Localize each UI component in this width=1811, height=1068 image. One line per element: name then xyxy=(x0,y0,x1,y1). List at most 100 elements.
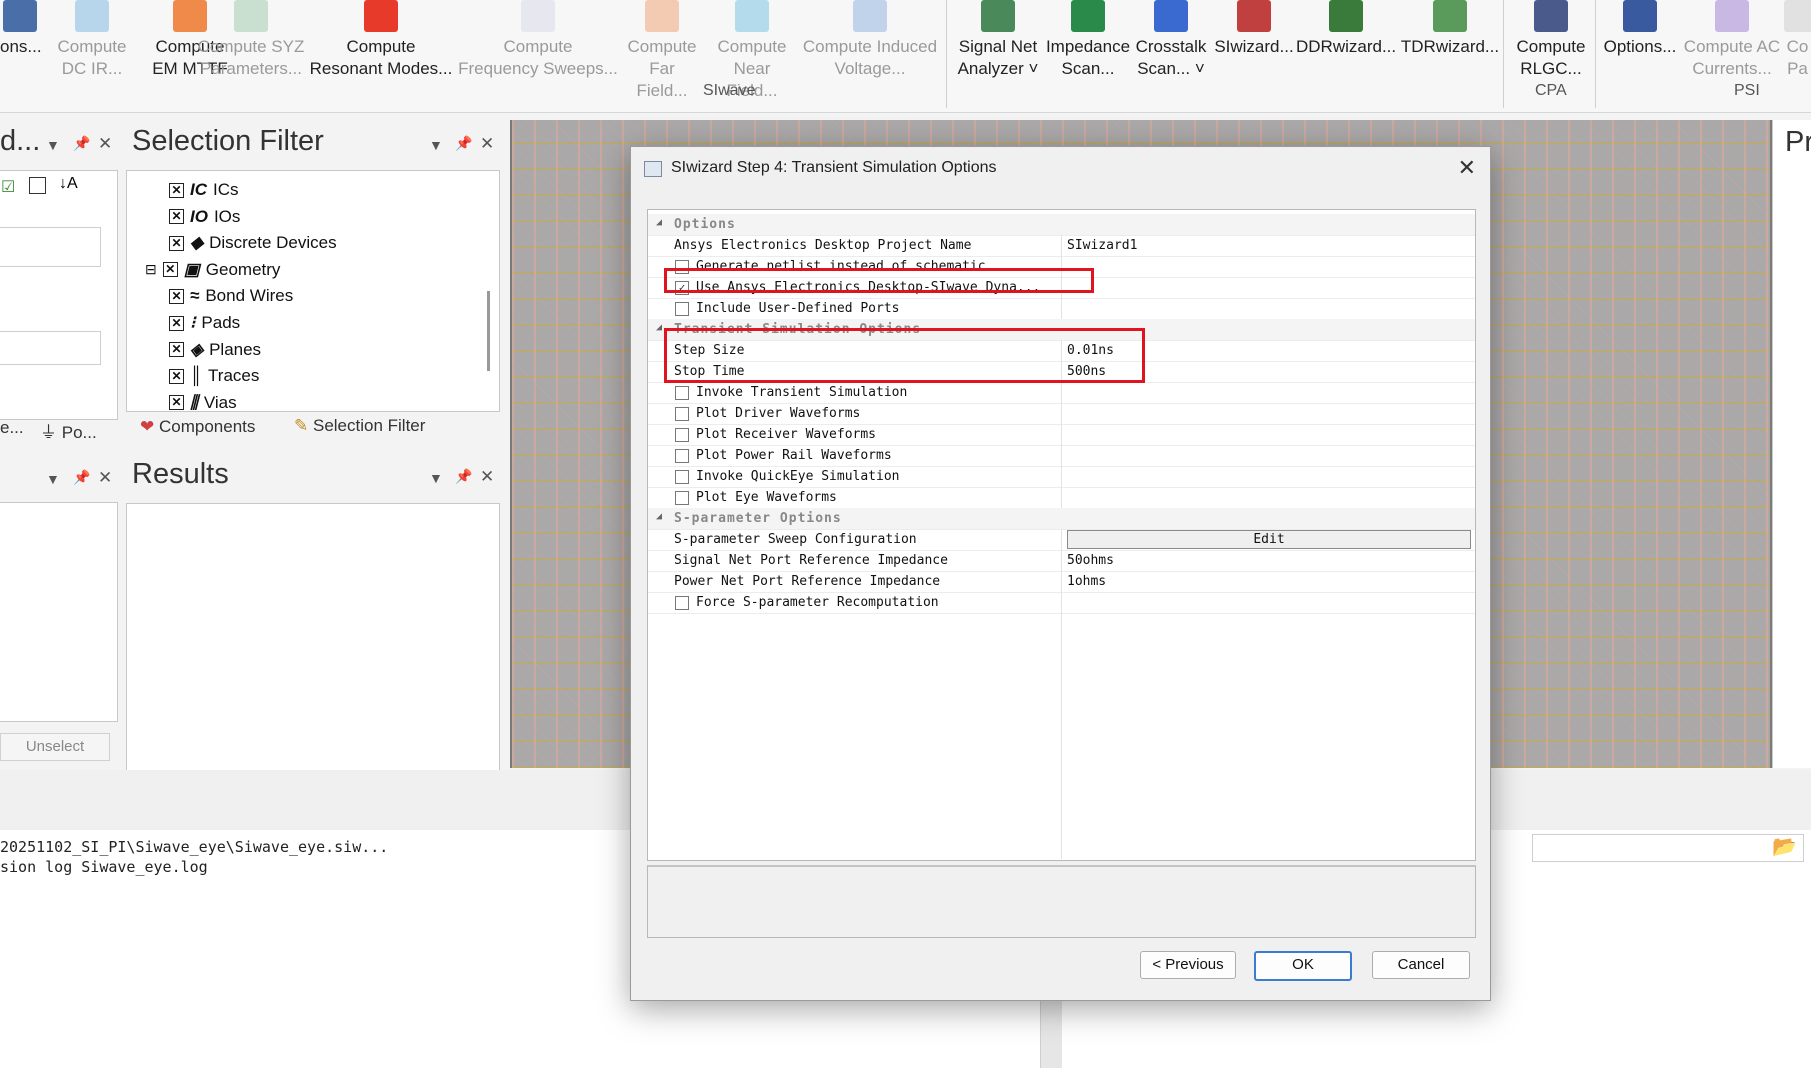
left-input-1[interactable] xyxy=(0,227,101,267)
left-tab-power[interactable]: ⏚ Po... xyxy=(40,418,97,443)
ribbon-button[interactable]: DDRwizard... xyxy=(1296,0,1396,58)
filter-checkbox[interactable]: ✕ xyxy=(169,182,184,198)
invoke-quickeye-checkbox[interactable] xyxy=(675,470,689,484)
pin-icon[interactable]: 📌 xyxy=(455,468,472,485)
ribbon-button-icon xyxy=(1071,0,1105,32)
left-input-2[interactable] xyxy=(0,331,101,365)
ribbon-button-icon xyxy=(1534,0,1568,32)
plot-driver-checkbox[interactable] xyxy=(675,407,689,421)
filter-item[interactable]: ✕ ⫼ Vias xyxy=(169,390,237,411)
previous-button[interactable]: < Previous xyxy=(1140,951,1236,979)
filter-item-label: Discrete Devices xyxy=(209,233,337,253)
force-recompute-checkbox[interactable] xyxy=(675,596,689,610)
left-tab-e[interactable]: e... xyxy=(0,418,24,438)
ribbon-button-label: DC IR... xyxy=(61,59,123,78)
filter-item[interactable]: ✕ ⁝ Pads xyxy=(169,310,240,336)
pin-icon[interactable]: 📌 xyxy=(73,135,90,152)
filter-item-icon: ◈ xyxy=(190,339,204,359)
ribbon-button[interactable]: Compute Frequency Sweeps... xyxy=(458,0,618,80)
ribbon-button[interactable]: ons... xyxy=(0,0,42,58)
filter-checkbox[interactable]: ✕ xyxy=(169,209,184,225)
open-folder-icon[interactable]: 📂 xyxy=(1772,834,1797,859)
filter-item[interactable]: ✕ IC ICs xyxy=(169,177,239,203)
ribbon-button-label: Signal Net xyxy=(958,37,1038,56)
dropdown-icon[interactable]: ▼ xyxy=(429,470,443,486)
filter-item[interactable]: ⊟ ✕ ▣ Geometry xyxy=(145,257,280,283)
filter-item[interactable]: ✕ ◆ Discrete Devices xyxy=(169,230,337,256)
filter-checkbox[interactable]: ✕ xyxy=(169,368,184,384)
plot-eye-checkbox[interactable] xyxy=(675,491,689,505)
filter-item[interactable]: ✕ ║ Traces xyxy=(169,363,259,389)
ok-button[interactable]: OK xyxy=(1254,951,1352,981)
close-icon[interactable]: ✕ xyxy=(480,134,494,154)
pin-icon[interactable]: 📌 xyxy=(73,469,90,486)
filter-checkbox[interactable]: ✕ xyxy=(169,395,184,411)
plot-power-checkbox[interactable] xyxy=(675,449,689,463)
filter-item[interactable]: ✕ ≈ Bond Wires xyxy=(169,283,293,309)
filter-item-label: IOs xyxy=(213,206,241,226)
scrollbar-thumb[interactable] xyxy=(487,291,490,371)
combo-box[interactable]: ▼ xyxy=(1532,834,1804,862)
prop-row-invoke-transient: Invoke Transient Simulation xyxy=(648,382,1475,404)
ribbon-button-icon xyxy=(981,0,1015,32)
ribbon-button[interactable]: Crosstalk Scan... ˅ xyxy=(1134,0,1208,80)
filter-item-label: Planes xyxy=(209,339,262,359)
ribbon-button-label: Compute Induced xyxy=(802,37,938,56)
ribbon-button-icon xyxy=(234,0,268,32)
dropdown-icon[interactable]: ▼ xyxy=(46,471,60,487)
dropdown-icon[interactable]: ▼ xyxy=(429,137,443,153)
filter-checkbox[interactable]: ✕ xyxy=(169,235,184,251)
power-icon: ⏚ xyxy=(40,423,57,442)
category-options[interactable]: ◢ Options xyxy=(648,214,1475,236)
project-name-field[interactable]: SIwizard1 xyxy=(1067,238,1137,253)
cancel-button[interactable]: Cancel xyxy=(1372,951,1470,979)
filter-item-icon: IO xyxy=(190,206,208,226)
ribbon-button[interactable]: Compute Resonant Modes... xyxy=(306,0,456,80)
filter-checkbox[interactable]: ✕ xyxy=(169,315,184,331)
include-ports-checkbox[interactable] xyxy=(675,302,689,316)
category-sparam[interactable]: ◢ S-parameter Options xyxy=(648,508,1475,530)
ribbon-button[interactable]: Impedance Scan... xyxy=(1040,0,1136,80)
close-icon[interactable]: ✕ xyxy=(1458,155,1476,181)
tab-components[interactable]: ❤ Components xyxy=(140,417,255,437)
ribbon-button[interactable]: Co Pa xyxy=(1784,0,1811,80)
ribbon-button[interactable]: TDRwizard... xyxy=(1398,0,1502,58)
checkbox-empty-icon[interactable] xyxy=(29,177,46,194)
invoke-transient-checkbox[interactable] xyxy=(675,386,689,400)
ribbon-button[interactable]: Compute AC Currents... xyxy=(1682,0,1782,80)
filter-checkbox[interactable]: ✕ xyxy=(162,262,178,278)
unselect-button[interactable]: Unselect xyxy=(0,733,110,761)
signal-ref-field[interactable]: 50ohms xyxy=(1067,553,1114,568)
edit-sweep-button[interactable]: Edit xyxy=(1067,530,1471,549)
ribbon-button[interactable]: Compute Far Field... xyxy=(622,0,702,102)
expand-toggle-icon[interactable]: ⊟ xyxy=(145,261,157,278)
filter-checkbox[interactable]: ✕ xyxy=(169,342,184,358)
components-icon: ❤ xyxy=(140,417,155,436)
dropdown-icon[interactable]: ▼ xyxy=(46,137,60,153)
close-icon[interactable]: ✕ xyxy=(98,134,112,154)
plot-receiver-checkbox[interactable] xyxy=(675,428,689,442)
ribbon-button[interactable]: Signal Net Analyzer ˅ xyxy=(954,0,1042,80)
ribbon-button-label: SIwizard... xyxy=(1214,37,1294,56)
ribbon-button[interactable]: Options... xyxy=(1600,0,1680,58)
tab-components-label: Components xyxy=(158,417,256,436)
close-icon[interactable]: ✕ xyxy=(480,467,494,487)
filter-checkbox[interactable]: ✕ xyxy=(169,288,184,304)
ribbon-button[interactable]: Compute RLGC... xyxy=(1508,0,1594,80)
pin-icon[interactable]: 📌 xyxy=(455,135,472,152)
filter-item[interactable]: ✕ IO IOs xyxy=(169,204,240,230)
prop-label: Invoke Transient Simulation xyxy=(696,385,908,400)
ribbon-button[interactable]: Compute SYZ Parameters... xyxy=(196,0,306,80)
ribbon-button[interactable]: SIwizard... xyxy=(1212,0,1296,58)
tab-selection-filter[interactable]: ✎ Selection Filter xyxy=(294,416,425,436)
power-ref-field[interactable]: 1ohms xyxy=(1067,574,1106,589)
sort-az-icon[interactable]: ↓A xyxy=(59,175,78,193)
filter-item[interactable]: ✕ ◈ Planes xyxy=(169,337,261,363)
right-panel-title: Pr xyxy=(1785,126,1811,158)
checkbox-checked-icon[interactable]: ☑ xyxy=(1,177,15,197)
ribbon-button[interactable]: Compute DC IR... xyxy=(42,0,142,80)
prop-row-force-recompute: Force S-parameter Recomputation xyxy=(648,592,1475,614)
ribbon-button[interactable]: Compute Induced Voltage... xyxy=(800,0,940,80)
close-icon[interactable]: ✕ xyxy=(98,468,112,488)
ribbon-button-icon xyxy=(75,0,109,32)
